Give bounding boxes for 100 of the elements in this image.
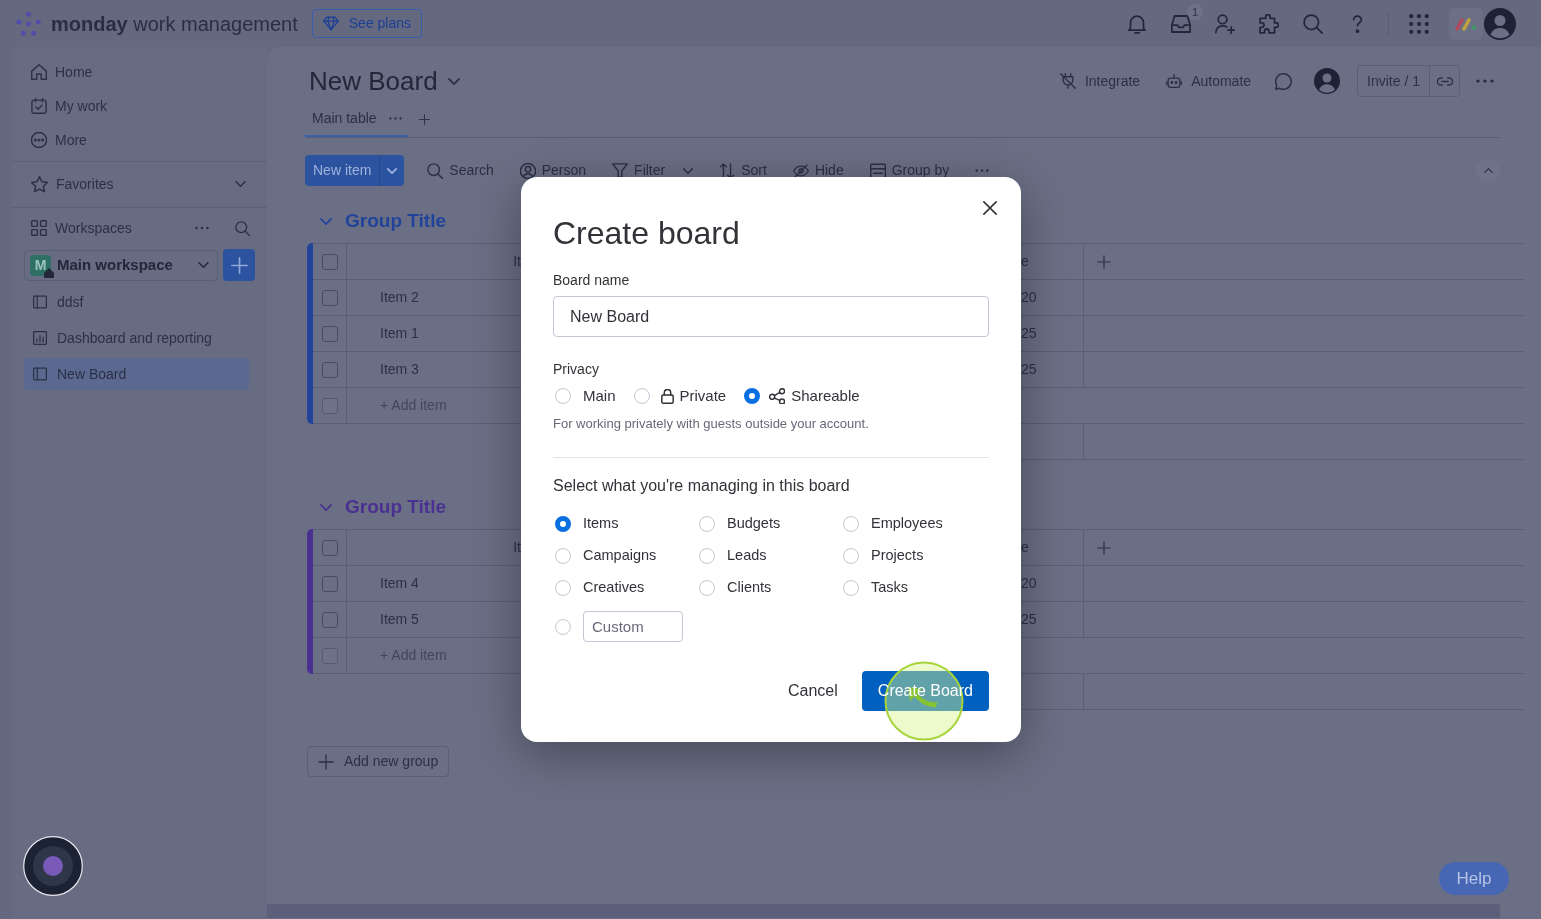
radio-button[interactable]	[555, 580, 571, 596]
radio-button[interactable]	[699, 548, 715, 564]
radio-button[interactable]	[555, 516, 571, 532]
checkbox[interactable]	[321, 575, 338, 592]
apps-grid-icon[interactable]	[1409, 13, 1429, 34]
radio-label: Private	[679, 385, 727, 406]
more-dots-icon[interactable]	[195, 226, 209, 230]
section-heading: Select what you're managing in this board	[553, 476, 851, 496]
chevron-down-icon	[387, 167, 398, 174]
diamond-icon	[322, 16, 339, 31]
eye-off-icon	[792, 162, 809, 179]
logo-text[interactable]: monday work management	[51, 10, 298, 37]
view-tab[interactable]: Main table	[305, 102, 409, 137]
filter-icon	[612, 162, 629, 179]
help-button[interactable]: Help	[1439, 862, 1509, 895]
puzzle-icon[interactable]	[1259, 13, 1279, 34]
search-icon	[427, 162, 444, 179]
checkbox[interactable]	[321, 325, 338, 342]
more-dots-icon[interactable]	[1476, 79, 1494, 83]
help-icon[interactable]	[1351, 13, 1363, 34]
radio-button[interactable]	[843, 548, 859, 564]
board-icon	[33, 295, 47, 309]
chevron-down-icon[interactable]	[320, 503, 332, 511]
logo-dots-icon	[16, 10, 42, 37]
toolbar-button[interactable]: Search	[419, 155, 502, 186]
sidebar-item[interactable]: Home	[24, 55, 255, 89]
radio-button[interactable]	[555, 548, 571, 564]
radio-label: Main	[583, 385, 616, 406]
add-button[interactable]	[223, 249, 255, 281]
toolbar-button[interactable]: Person	[511, 155, 595, 186]
add-view-icon[interactable]	[418, 114, 430, 125]
checkbox[interactable]	[321, 611, 338, 628]
user-avatar-icon[interactable]	[1484, 7, 1516, 40]
radio-label: Clients	[727, 578, 772, 598]
bell-icon[interactable]	[1127, 13, 1147, 34]
robot-icon	[1166, 73, 1183, 89]
radio-button[interactable]	[699, 580, 715, 596]
record-button-icon[interactable]	[23, 836, 83, 896]
radio-label: Creatives	[583, 578, 645, 598]
dropdown-button[interactable]	[379, 155, 405, 186]
toolbar-button[interactable]: Hide	[784, 155, 852, 186]
sidebar-item[interactable]: ddsf	[24, 286, 249, 318]
share-icon	[769, 388, 786, 404]
radio-label: Tasks	[871, 578, 909, 598]
add-group-button[interactable]: Add new group	[307, 746, 450, 777]
checkbox[interactable]	[321, 539, 338, 556]
sidebar-item[interactable]: More	[24, 123, 255, 157]
search-icon[interactable]	[235, 220, 250, 236]
add-column-icon[interactable]	[1097, 254, 1111, 269]
inbox-icon[interactable]	[1171, 13, 1191, 34]
close-icon[interactable]	[983, 201, 997, 215]
checkbox[interactable]	[321, 253, 338, 270]
toolbar-button[interactable]: Group by	[861, 155, 958, 186]
sidebar-item[interactable]: Dashboard and reporting	[24, 322, 249, 354]
group-title[interactable]: Group Title	[345, 492, 446, 522]
radio-button[interactable]	[699, 516, 715, 532]
checkbox[interactable]	[321, 361, 338, 378]
field-label: Board name	[553, 271, 631, 290]
collapse-button[interactable]	[1476, 158, 1500, 183]
custom-field[interactable]: Custom	[583, 611, 683, 642]
see-plans-button[interactable]: See plans	[311, 9, 423, 38]
toolbar-button[interactable]: Sort	[711, 155, 775, 186]
radio-button[interactable]	[744, 388, 761, 404]
invite-person-icon[interactable]	[1215, 13, 1235, 34]
add-column-icon[interactable]	[1097, 540, 1111, 555]
sidebar-item[interactable]: My work	[24, 89, 255, 123]
calendar-check-icon	[31, 98, 47, 114]
radio-button[interactable]	[843, 516, 859, 532]
more-dots-icon[interactable]	[975, 169, 990, 172]
group-title[interactable]: Group Title	[345, 206, 446, 236]
plug-crossed-icon	[1059, 73, 1076, 89]
comment-icon[interactable]	[1275, 72, 1293, 90]
board-title[interactable]: New Board	[309, 61, 460, 101]
radio-button[interactable]	[633, 388, 650, 404]
chevron-down-icon	[235, 181, 246, 187]
radio-button[interactable]	[555, 388, 571, 404]
plus-icon	[318, 753, 334, 770]
radio-button[interactable]	[843, 580, 859, 596]
chevron-down-icon[interactable]	[320, 217, 332, 225]
grid-icon	[31, 220, 47, 236]
plus-icon	[230, 256, 248, 274]
new-item-button[interactable]: New item	[305, 155, 380, 186]
action-button[interactable]: Integrate	[1059, 70, 1141, 92]
table-cell-text: Item 4	[380, 574, 419, 593]
workspace-selector[interactable]: M Main workspace	[24, 249, 218, 281]
radio-button[interactable]	[555, 618, 571, 635]
user-avatar-icon[interactable]	[1314, 68, 1341, 94]
sidebar-item[interactable]: New Board	[24, 358, 249, 390]
favorites-item[interactable]: Favorites	[24, 167, 255, 201]
radio-label: Budgets	[727, 514, 781, 534]
cancel-button[interactable]: Cancel	[772, 671, 854, 711]
checkbox[interactable]	[321, 289, 338, 306]
action-button[interactable]: Automate	[1166, 70, 1252, 92]
search-icon[interactable]	[1303, 13, 1323, 34]
star-icon	[31, 175, 48, 193]
link-icon	[1436, 76, 1453, 86]
product-switcher-icon[interactable]	[1449, 7, 1483, 40]
board-name-field[interactable]: New Board	[553, 296, 989, 337]
radio-label: Campaigns	[583, 546, 657, 566]
toolbar-button[interactable]: Filter	[604, 155, 702, 186]
